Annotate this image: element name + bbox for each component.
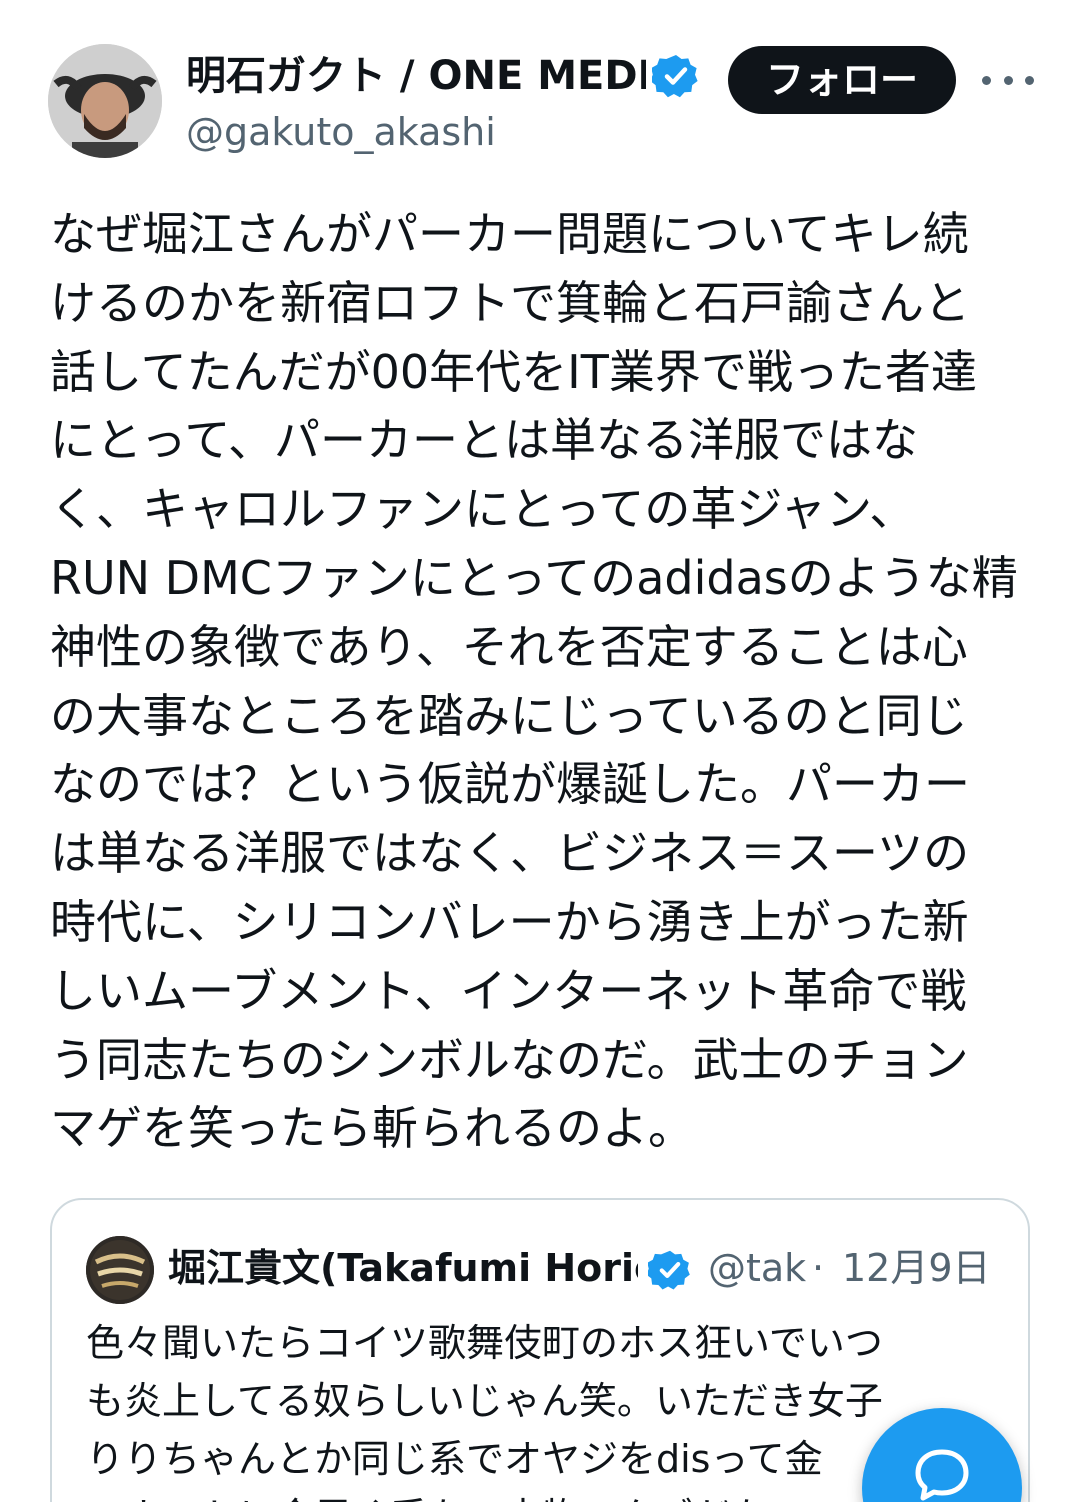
compose-message-icon: [915, 1449, 969, 1501]
verified-badge-icon: [652, 55, 698, 98]
more-dot: [1025, 75, 1034, 85]
verified-badge-icon: [648, 1250, 690, 1290]
more-options-icon[interactable]: [982, 62, 1034, 98]
tweet-detail-page: 明石ガクト / ONE MEDIA @gakuto_akashi フォロー なぜ…: [0, 0, 1080, 1502]
quoted-author-avatar[interactable]: [86, 1236, 154, 1304]
more-dot: [1003, 75, 1013, 85]
quoted-author-name[interactable]: 堀江貴文(Takafumi Horie: [168, 1240, 638, 1296]
author-avatar[interactable]: [48, 44, 162, 158]
meta-separator: ·: [812, 1246, 825, 1290]
tweet-text: なぜ堀江さんがパーカー問題についてキレ続 けるのかを新宿ロフトで箕輪と石戸諭さん…: [50, 207, 1018, 1156]
author-handle[interactable]: @gakuto_akashi: [186, 108, 496, 156]
author-display-name[interactable]: 明石ガクト / ONE MEDIA: [186, 46, 646, 106]
follow-button[interactable]: フォロー: [728, 46, 956, 114]
avatar-photo: [48, 44, 162, 158]
more-dot: [982, 75, 991, 85]
avatar-photo: [86, 1236, 154, 1304]
quoted-tweet-date[interactable]: 12月9日: [842, 1240, 991, 1296]
quoted-author-handle[interactable]: @tak: [708, 1240, 806, 1296]
